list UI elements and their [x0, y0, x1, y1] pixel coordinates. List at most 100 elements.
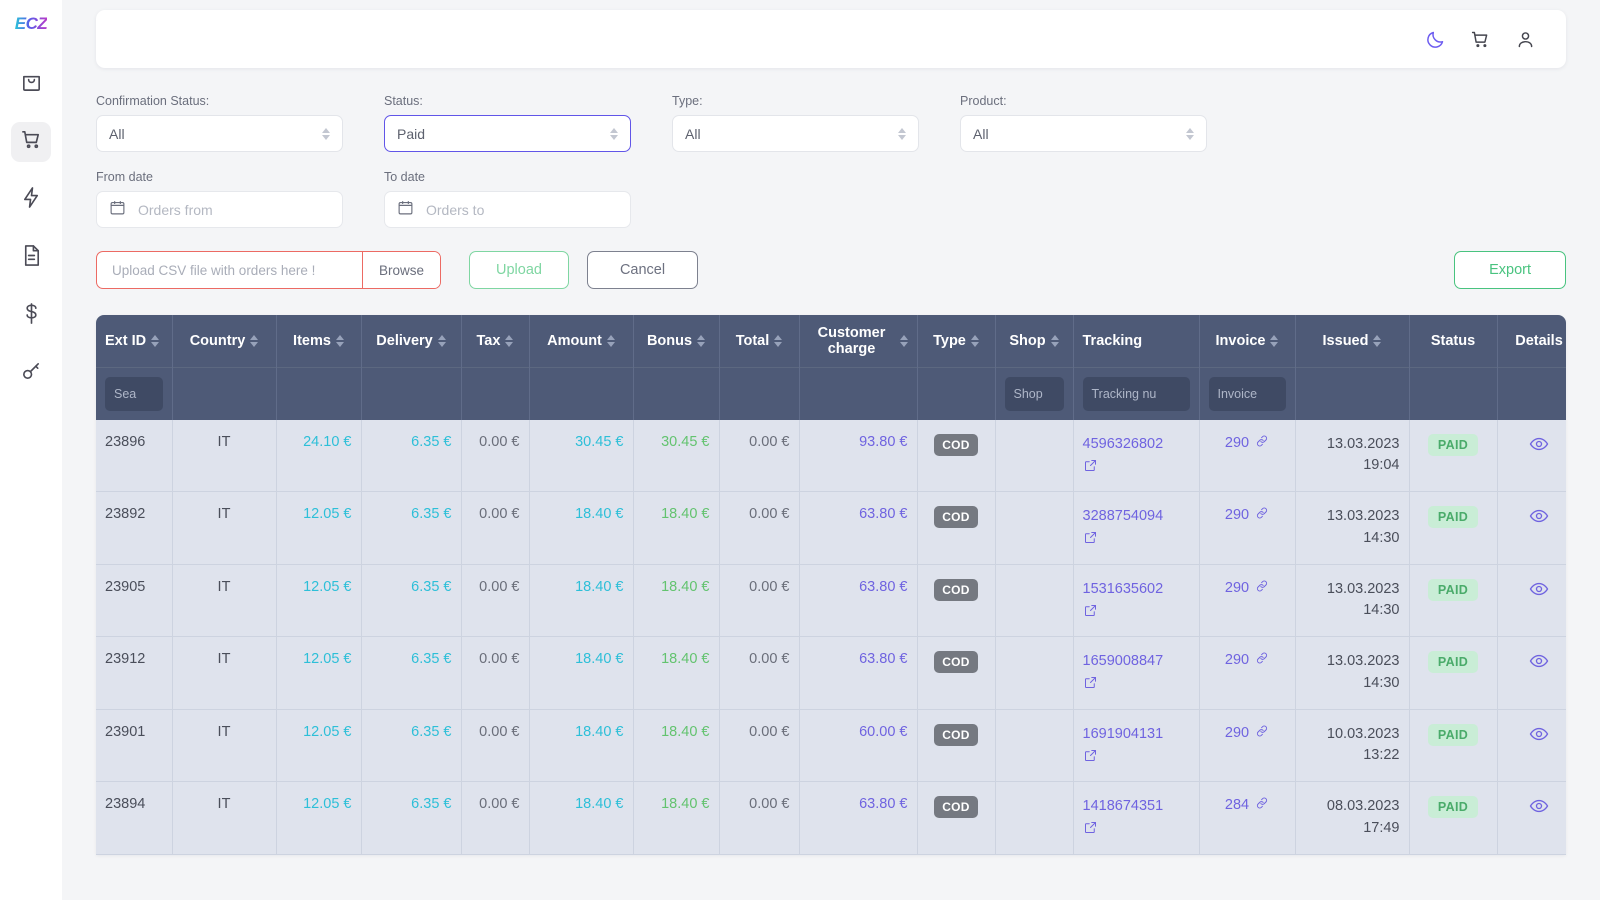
confirmation-status-select[interactable]: All: [96, 115, 343, 152]
column-header-amount[interactable]: Amount: [529, 315, 634, 368]
column-header-delivery[interactable]: Delivery: [361, 315, 462, 368]
cell-ext-id: 23912: [96, 636, 173, 710]
issued-date: 13.03.2023: [1326, 653, 1400, 669]
ext-id-search-input[interactable]: Sea: [105, 376, 163, 411]
type-select[interactable]: All: [672, 115, 919, 152]
invoice-link[interactable]: 290: [1209, 434, 1286, 452]
table-row: 23912 IT 12.05 €6.35 €0.00 €18.40 €18.40 €…: [96, 636, 1567, 710]
tracking-link[interactable]: 1659008847: [1083, 651, 1190, 672]
cell-tracking: 1659008847: [1073, 636, 1200, 710]
tracking-link[interactable]: 3288754094: [1083, 506, 1190, 527]
filter-cell-country: [172, 367, 277, 420]
status-select[interactable]: Paid: [384, 115, 631, 152]
external-link-icon[interactable]: [1083, 603, 1190, 622]
invoice-link[interactable]: 290: [1209, 506, 1286, 524]
sort-icon[interactable]: [970, 335, 979, 347]
sidebar-item-automation[interactable]: [11, 180, 51, 220]
cell-tax: 0.00 €: [461, 709, 530, 782]
external-link-icon[interactable]: [1083, 675, 1190, 694]
invoice-link[interactable]: 284: [1209, 796, 1286, 814]
tracking-link[interactable]: 1418674351: [1083, 796, 1190, 817]
column-header-issued[interactable]: Issued: [1295, 315, 1410, 368]
moon-icon[interactable]: [1425, 29, 1446, 50]
column-header-tracking[interactable]: Tracking: [1073, 315, 1200, 368]
sort-icon[interactable]: [697, 335, 706, 347]
product-select[interactable]: All: [960, 115, 1207, 152]
external-link-icon[interactable]: [1083, 530, 1190, 549]
tracking-search-input[interactable]: Tracking nu: [1082, 376, 1190, 411]
table-header-row: Ext ID Country Items Delivery Tax Amount…: [96, 315, 1566, 368]
invoice-link[interactable]: 290: [1209, 579, 1286, 597]
upload-button[interactable]: Upload: [469, 251, 569, 289]
tracking-link[interactable]: 1531635602: [1083, 579, 1190, 600]
sort-icon[interactable]: [335, 335, 344, 347]
cell-delivery: 6.35 €: [361, 636, 462, 710]
csv-upload-field[interactable]: Upload CSV file with orders here ! Brows…: [96, 251, 441, 289]
view-details-eye-icon[interactable]: [1507, 579, 1567, 599]
invoice-link[interactable]: 290: [1209, 651, 1286, 669]
invoice-search-input[interactable]: Invoice: [1208, 376, 1286, 411]
sort-icon[interactable]: [151, 335, 160, 347]
external-link-icon[interactable]: [1083, 458, 1190, 477]
column-header-total[interactable]: Total: [719, 315, 800, 368]
sort-icon[interactable]: [606, 335, 615, 347]
sort-icon[interactable]: [1373, 335, 1382, 347]
invoice-link[interactable]: 290: [1209, 724, 1286, 742]
column-header-country[interactable]: Country: [172, 315, 277, 368]
sidebar-item-documents[interactable]: [11, 238, 51, 278]
external-link-icon[interactable]: [1083, 820, 1190, 839]
cell-invoice: 290: [1199, 636, 1296, 710]
sort-icon[interactable]: [899, 335, 908, 347]
sort-icon[interactable]: [1270, 335, 1279, 347]
sort-icon[interactable]: [1050, 335, 1059, 347]
column-header-customer-charge[interactable]: Customer charge: [799, 315, 918, 368]
from-date-input[interactable]: Orders from: [96, 191, 343, 228]
cell-type: COD: [917, 491, 996, 565]
tracking-link[interactable]: 1691904131: [1083, 724, 1190, 745]
view-details-eye-icon[interactable]: [1507, 724, 1567, 744]
external-link-icon[interactable]: [1083, 748, 1190, 767]
view-details-eye-icon[interactable]: [1507, 796, 1567, 816]
export-button[interactable]: Export: [1454, 251, 1566, 289]
sidebar-item-api-keys[interactable]: [11, 354, 51, 394]
column-header-shop[interactable]: Shop: [995, 315, 1074, 368]
cart-icon[interactable]: [1470, 29, 1491, 50]
column-header-details[interactable]: Details: [1497, 315, 1566, 368]
shopping-bag-icon: [20, 70, 43, 98]
to-date-input[interactable]: Orders to: [384, 191, 631, 228]
column-header-status[interactable]: Status: [1409, 315, 1498, 368]
column-header-invoice[interactable]: Invoice: [1199, 315, 1296, 368]
sidebar-item-orders[interactable]: [11, 122, 51, 162]
browse-button[interactable]: Browse: [361, 252, 440, 288]
sidebar-item-billing[interactable]: [11, 296, 51, 336]
column-header-items[interactable]: Items: [276, 315, 362, 368]
chevron-updown-icon: [610, 127, 618, 140]
user-icon[interactable]: [1515, 29, 1536, 50]
csv-file-input[interactable]: Upload CSV file with orders here !: [97, 252, 362, 288]
cell-customer-charge: 63.80 €: [799, 781, 918, 855]
table-body: 23896 IT 24.10 €6.35 €0.00 €30.45 €30.45 €…: [96, 419, 1567, 855]
filter-type: Type: All: [672, 94, 919, 152]
cancel-button[interactable]: Cancel: [586, 251, 699, 289]
sort-icon[interactable]: [505, 335, 514, 347]
sidebar-item-shopping-bag[interactable]: [11, 64, 51, 104]
status-badge: PAID: [1427, 796, 1479, 818]
column-label: Total: [735, 333, 770, 349]
tracking-link[interactable]: 4596326802: [1083, 434, 1190, 455]
view-details-eye-icon[interactable]: [1507, 506, 1567, 526]
cell-ext-id: 23901: [96, 709, 173, 782]
sort-icon[interactable]: [250, 335, 259, 347]
column-header-bonus[interactable]: Bonus: [633, 315, 720, 368]
sort-icon[interactable]: [774, 335, 783, 347]
cell-amount: 18.40 €: [529, 781, 634, 855]
view-details-eye-icon[interactable]: [1507, 651, 1567, 671]
column-header-type[interactable]: Type: [917, 315, 996, 368]
cell-delivery: 6.35 €: [361, 491, 462, 565]
view-details-eye-icon[interactable]: [1507, 434, 1567, 454]
chain-link-icon: [1255, 651, 1269, 669]
shop-search-input[interactable]: Shop: [1004, 376, 1064, 411]
filter-cell-type: [917, 367, 996, 420]
column-header-tax[interactable]: Tax: [461, 315, 530, 368]
sort-icon[interactable]: [437, 335, 446, 347]
column-header-ext-id[interactable]: Ext ID: [96, 315, 173, 368]
